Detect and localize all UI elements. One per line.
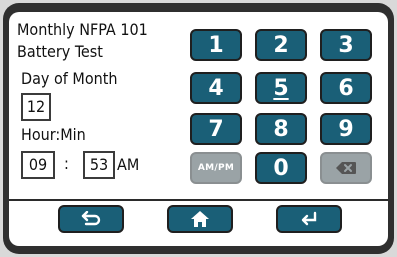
key-0[interactable]: 0: [255, 152, 307, 184]
back-arrow-icon: [81, 211, 101, 226]
time-separator: :: [64, 154, 69, 173]
page-title: Monthly NFPA 101 Battery Test: [17, 19, 148, 63]
key-5-label: 5: [273, 75, 289, 101]
minute-field[interactable]: 53: [83, 151, 115, 179]
key-2[interactable]: 2: [255, 29, 307, 61]
hour-field[interactable]: 09: [21, 151, 55, 179]
home-button[interactable]: [167, 205, 233, 233]
key-8[interactable]: 8: [255, 113, 307, 145]
title-line-1: Monthly NFPA 101: [17, 20, 148, 39]
backspace-key[interactable]: [320, 152, 372, 184]
key-9[interactable]: 9: [320, 113, 372, 145]
key-5[interactable]: 5: [255, 72, 307, 104]
key-6[interactable]: 6: [320, 72, 372, 104]
home-icon: [191, 211, 209, 227]
enter-button[interactable]: [276, 205, 342, 233]
key-7[interactable]: 7: [190, 113, 242, 145]
hour-min-label: Hour:Min: [21, 125, 86, 144]
back-button[interactable]: [58, 205, 124, 233]
ampm-key[interactable]: AM/PM: [190, 152, 242, 184]
title-line-2: Battery Test: [17, 42, 103, 61]
enter-icon: [301, 211, 317, 226]
key-4[interactable]: 4: [190, 72, 242, 104]
touch-screen: Monthly NFPA 101 Battery Test Day of Mon…: [9, 12, 388, 246]
key-3[interactable]: 3: [320, 29, 372, 61]
nav-divider: [9, 199, 388, 201]
day-of-month-label: Day of Month: [21, 69, 118, 88]
ampm-indicator: AM: [117, 155, 140, 174]
day-of-month-field[interactable]: 12: [21, 93, 51, 121]
key-1[interactable]: 1: [190, 29, 242, 61]
backspace-icon: [336, 162, 356, 174]
